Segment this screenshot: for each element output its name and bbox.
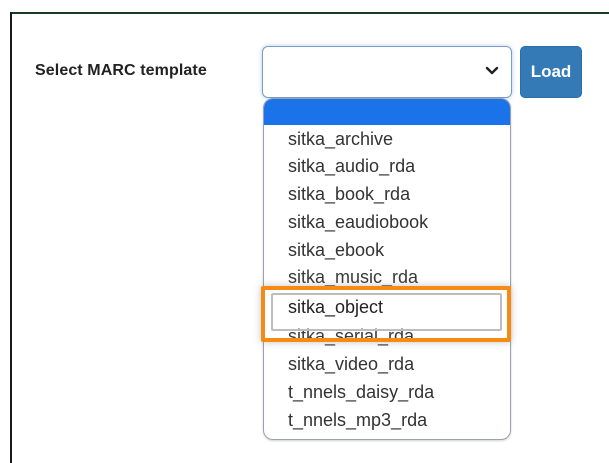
template-label: Select MARC template (35, 62, 207, 79)
top-border-line (10, 12, 609, 14)
option-sitka-eaudiobook[interactable]: sitka_eaudiobook (288, 213, 428, 231)
page-frame: Select MARC template Load sitka_archive … (0, 0, 609, 463)
marc-template-select[interactable] (262, 46, 512, 98)
option-sitka-video-rda[interactable]: sitka_video_rda (288, 355, 414, 373)
selection-highlight-box (261, 286, 511, 342)
option-sitka-music-rda[interactable]: sitka_music_rda (288, 268, 418, 286)
dropdown-selected-empty-option[interactable] (264, 99, 510, 125)
chevron-down-icon (485, 66, 499, 75)
left-border-line (10, 12, 12, 463)
template-dropdown-list: sitka_archive sitka_audio_rda sitka_book… (263, 98, 511, 440)
option-t-nnels-mp3-rda[interactable]: t_nnels_mp3_rda (288, 411, 427, 429)
option-sitka-ebook[interactable]: sitka_ebook (288, 241, 384, 259)
option-t-nnels-daisy-rda[interactable]: t_nnels_daisy_rda (288, 383, 434, 401)
option-sitka-audio-rda[interactable]: sitka_audio_rda (288, 157, 415, 175)
option-sitka-book-rda[interactable]: sitka_book_rda (288, 185, 410, 203)
load-button[interactable]: Load (520, 46, 582, 98)
option-sitka-archive[interactable]: sitka_archive (288, 130, 393, 148)
